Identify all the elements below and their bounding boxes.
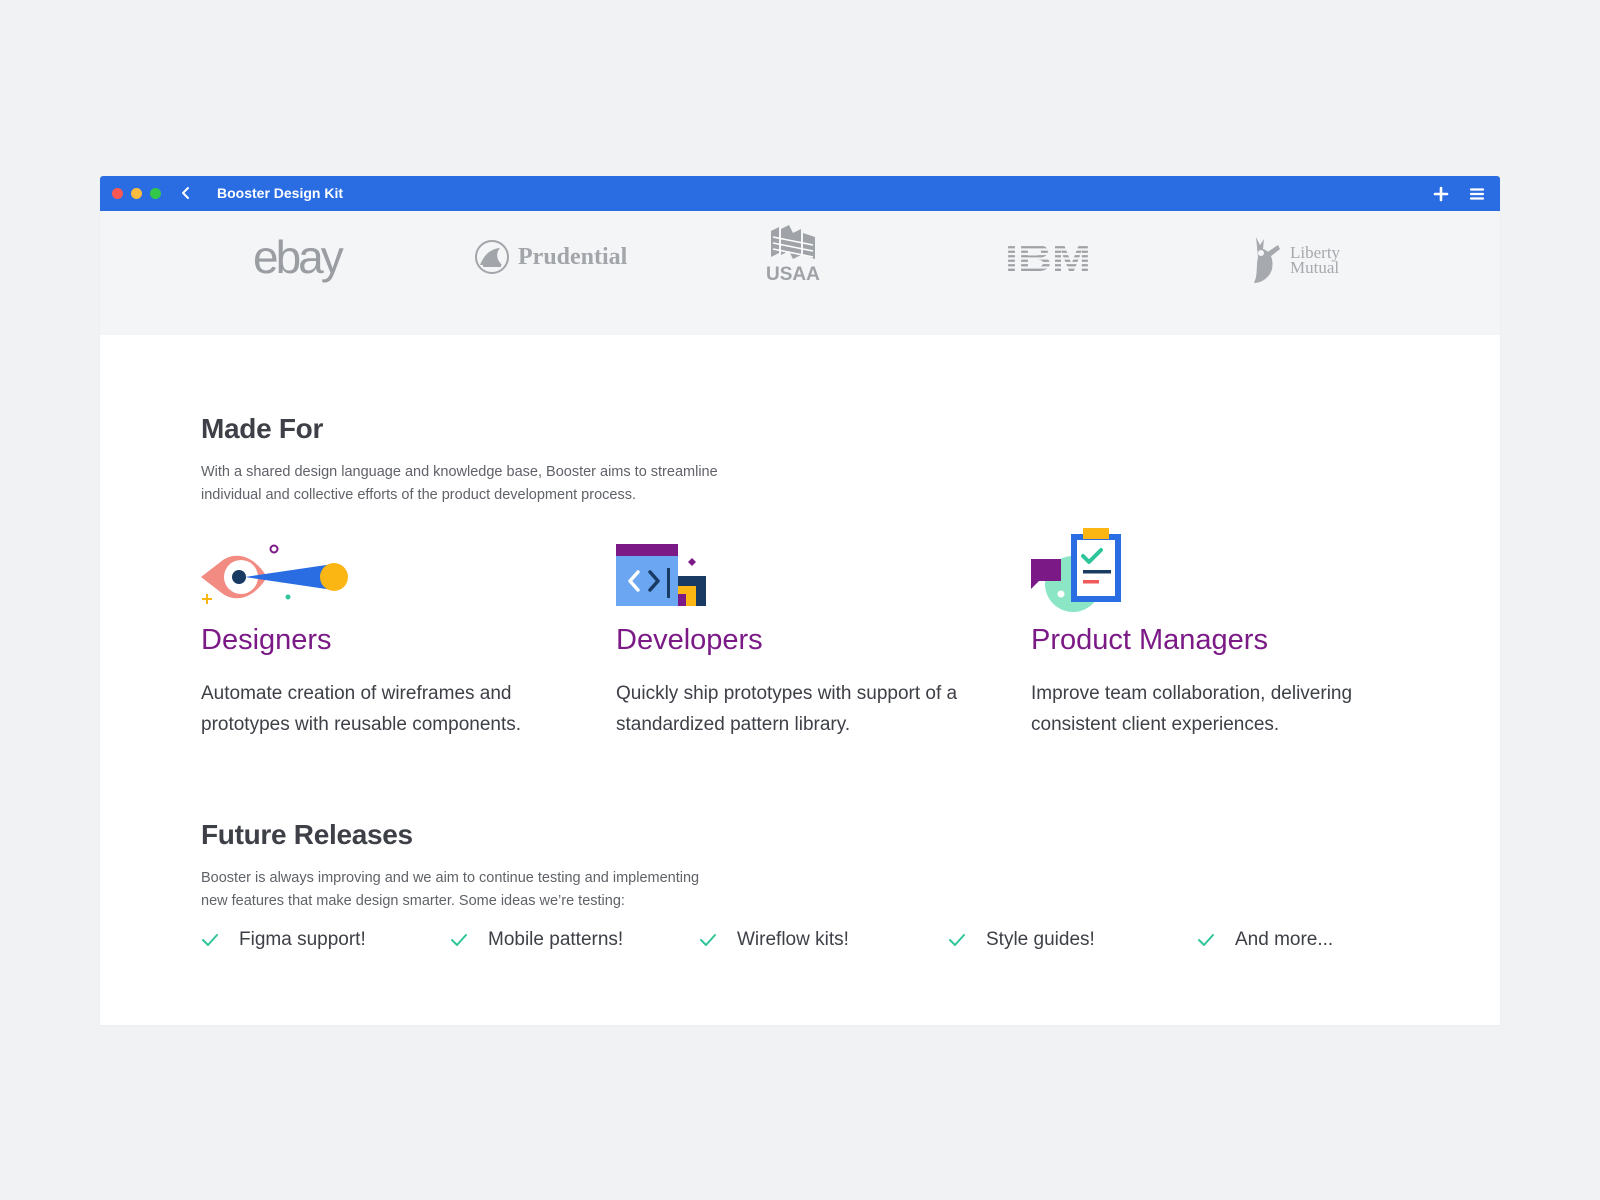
developers-description-line: standardized pattern library. bbox=[616, 714, 851, 735]
designers-description-line: prototypes with reusable components. bbox=[201, 714, 522, 735]
made-for-heading: Made For bbox=[201, 413, 324, 444]
hamburger-menu-icon[interactable] bbox=[1467, 184, 1487, 204]
feature-item: Figma support! bbox=[201, 925, 366, 955]
ibm-striped-wordmark: IBM bbox=[1005, 238, 1093, 280]
made-for-lead-line: With a shared design language and knowle… bbox=[201, 464, 718, 480]
designers-title: Designers bbox=[201, 624, 332, 656]
ibm-logo: IBM bbox=[1005, 238, 1093, 280]
feature-item: Wireflow kits! bbox=[699, 925, 849, 955]
future-releases-lead: Booster is always improving and we aim t… bbox=[201, 867, 781, 913]
developers-description: Quickly ship prototypes with support of … bbox=[616, 678, 996, 740]
check-icon bbox=[700, 934, 716, 946]
feature-item: And more... bbox=[1197, 925, 1333, 955]
developers-title: Developers bbox=[616, 624, 763, 656]
eye-telescope-icon bbox=[201, 544, 348, 604]
usaa-logo: USAA bbox=[766, 225, 820, 286]
prudential-logo: Prudential bbox=[474, 239, 627, 275]
developers-card: Developers Quickly ship prototypes with … bbox=[616, 530, 996, 735]
client-logos-strip: ebay Prudential USAA IBM Liberty Mutual bbox=[100, 211, 1500, 335]
prudential-rock-icon bbox=[475, 240, 509, 274]
clipboard-checklist-icon bbox=[1031, 528, 1121, 612]
check-icon bbox=[1198, 934, 1214, 946]
mutual-word: Mutual bbox=[1290, 258, 1340, 277]
developers-description-line: Quickly ship prototypes with support of … bbox=[616, 683, 958, 704]
liberty-mutual-logo: Liberty Mutual bbox=[1248, 235, 1340, 285]
feature-label: Mobile patterns! bbox=[488, 929, 624, 950]
plus-icon[interactable] bbox=[1431, 184, 1451, 204]
window-title: Booster Design Kit bbox=[217, 185, 344, 201]
feature-label: Style guides! bbox=[986, 929, 1095, 950]
designers-description-line: Automate creation of wireframes and bbox=[201, 683, 512, 704]
usaa-eagle-icon bbox=[770, 225, 815, 259]
made-for-lead-line: individual and collective efforts of the… bbox=[201, 487, 636, 503]
product-managers-title: Product Managers bbox=[1031, 624, 1268, 656]
product-managers-description-line: consistent client experiences. bbox=[1031, 714, 1280, 735]
main-content: Made For With a shared design language a… bbox=[100, 335, 1500, 1025]
made-for-lead: With a shared design language and knowle… bbox=[201, 461, 781, 507]
check-icon bbox=[949, 934, 965, 946]
ebay-logo: ebay bbox=[253, 231, 344, 283]
feature-label: Figma support! bbox=[239, 929, 366, 950]
app-window: Booster Design Kit ebay Prudential USAA … bbox=[100, 176, 1500, 1025]
check-icon bbox=[202, 934, 218, 946]
feature-item: Mobile patterns! bbox=[450, 925, 623, 955]
product-managers-description: Improve team collaboration, delivering c… bbox=[1031, 678, 1411, 740]
liberty-mutual-wordmark: Liberty Mutual bbox=[1290, 244, 1340, 277]
feature-list: Figma support! Mobile patterns! Wireflow… bbox=[201, 925, 1401, 955]
usaa-wordmark: USAA bbox=[766, 264, 820, 285]
check-icon bbox=[451, 934, 467, 946]
future-releases-lead-line: Booster is always improving and we aim t… bbox=[201, 870, 700, 886]
statue-of-liberty-icon bbox=[1254, 237, 1280, 283]
zoom-window-button[interactable] bbox=[150, 188, 161, 199]
designers-description: Automate creation of wireframes and prot… bbox=[201, 678, 581, 740]
back-chevron-icon[interactable] bbox=[178, 185, 194, 201]
future-releases-lead-line: new features that make design smarter. S… bbox=[201, 893, 625, 909]
prudential-wordmark: Prudential bbox=[518, 243, 628, 270]
product-managers-card: Product Managers Improve team collaborat… bbox=[1031, 528, 1411, 735]
future-releases-heading: Future Releases bbox=[201, 819, 413, 850]
title-bar: Booster Design Kit bbox=[100, 176, 1500, 211]
code-window-icon bbox=[616, 544, 706, 606]
feature-label: Wireflow kits! bbox=[737, 929, 849, 950]
designers-card: Designers Automate creation of wireframe… bbox=[201, 530, 581, 735]
product-managers-description-line: Improve team collaboration, delivering bbox=[1031, 683, 1353, 704]
feature-item: Style guides! bbox=[948, 925, 1095, 955]
feature-label: And more... bbox=[1235, 929, 1334, 950]
minimize-window-button[interactable] bbox=[131, 188, 142, 199]
close-window-button[interactable] bbox=[112, 188, 123, 199]
